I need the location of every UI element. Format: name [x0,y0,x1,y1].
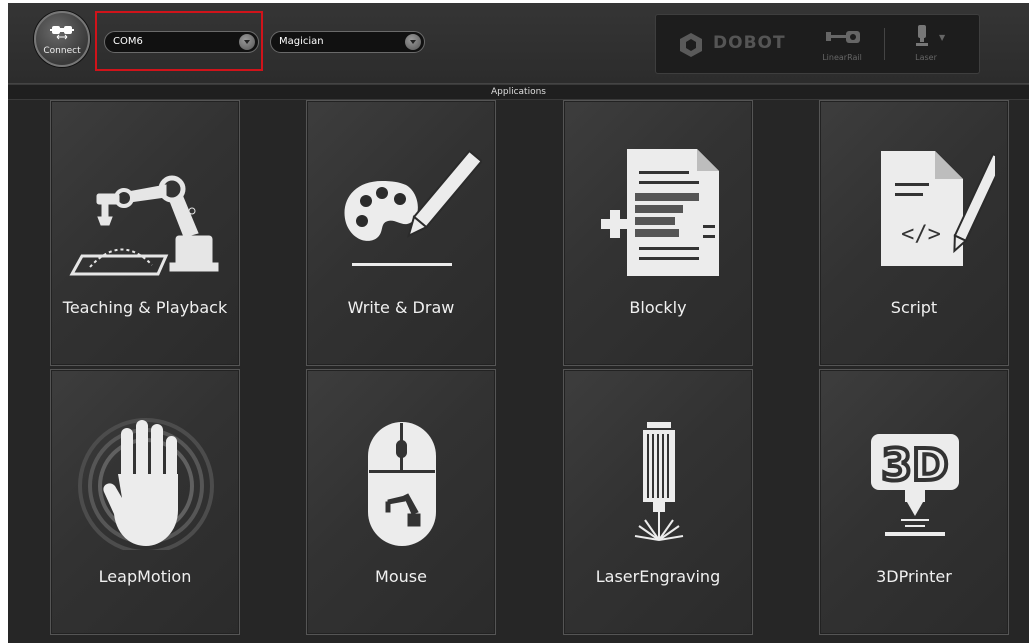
divider [884,28,885,60]
robot-arm-icon [69,175,219,276]
connect-button[interactable]: Connect [34,11,90,67]
plug-icon [50,26,74,40]
app-tile-mouse[interactable]: Mouse [306,369,496,635]
linear-rail-label: LinearRail [822,53,862,62]
top-toolbar: Connect COM6 Magician DOBOT LinearRail ▼… [8,3,1029,84]
app-tile-label: Blockly [629,298,687,317]
hand-icon [78,418,214,550]
app-tile-leapmotion[interactable]: LeapMotion [50,369,240,635]
app-tile-label: Mouse [375,567,427,586]
app-tile-laserengraving[interactable]: LaserEngraving [563,369,753,635]
blockly-document-icon [601,149,719,276]
chevron-down-icon [405,34,421,50]
palette-pencil-icon [344,149,482,266]
connect-label: Connect [43,46,81,56]
linear-rail-icon[interactable] [826,29,862,45]
port-select-highlight [95,11,263,71]
app-tile-label: Teaching & Playback [62,298,228,317]
caret-down-icon[interactable]: ▼ [939,33,945,42]
app-tile-label: 3DPrinter [876,567,952,586]
app-window: Connect COM6 Magician DOBOT LinearRail ▼… [8,3,1029,643]
script-document-icon: </> [881,151,995,266]
mouse-icon [368,422,436,546]
app-tile-label: LaserEngraving [595,567,721,586]
3d-printer-icon: 3D [871,434,959,536]
svg-text:3D: 3D [881,440,948,491]
laser-addon-icon[interactable] [914,25,930,49]
app-tile-blockly[interactable]: Blockly [563,100,753,366]
app-tile-label: Write & Draw [347,298,455,317]
app-tile-label: Script [890,298,938,317]
device-select[interactable]: Magician [270,31,425,53]
dobot-logo-icon [680,33,702,57]
app-tile-label: LeapMotion [98,567,192,586]
app-tile-script[interactable]: </> Script [819,100,1009,366]
app-tile-3dprinter[interactable]: 3D 3DPrinter [819,369,1009,635]
laser-icon [634,422,684,541]
brand-name: DOBOT [713,33,786,53]
app-tile-teaching-playback[interactable]: Teaching & Playback [50,100,240,366]
device-select-value: Magician [279,36,324,47]
device-status-panel: DOBOT LinearRail ▼ Laser [655,14,980,74]
section-title: Applications [8,84,1029,100]
laser-label: Laser [915,53,937,62]
app-tile-write-draw[interactable]: Write & Draw [306,100,496,366]
svg-text:</>: </> [901,222,941,247]
